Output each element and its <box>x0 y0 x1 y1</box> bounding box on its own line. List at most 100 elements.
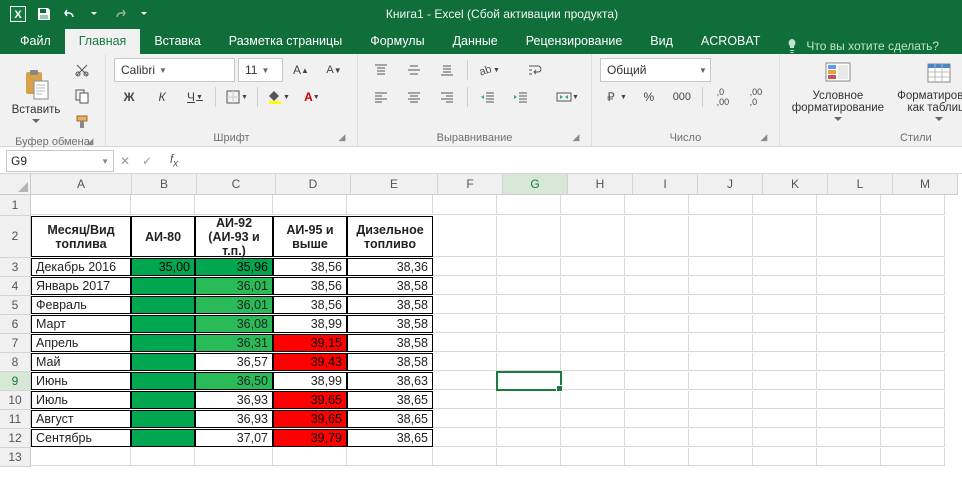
cell[interactable] <box>753 216 817 257</box>
cell[interactable] <box>131 334 195 352</box>
cell[interactable] <box>689 353 753 371</box>
cell[interactable] <box>689 429 753 447</box>
dialog-launcher-icon[interactable]: ◢ <box>569 130 583 144</box>
wrap-text-button[interactable] <box>520 58 550 82</box>
cell[interactable] <box>433 277 497 295</box>
cell[interactable]: 36,01 <box>195 277 273 295</box>
cell[interactable] <box>689 334 753 352</box>
cell[interactable] <box>817 258 881 276</box>
cell[interactable] <box>625 410 689 428</box>
cell[interactable] <box>131 296 195 314</box>
cell[interactable] <box>497 258 561 276</box>
cell[interactable] <box>131 391 195 409</box>
col-header[interactable]: G <box>503 174 568 195</box>
undo-dropdown-icon[interactable] <box>82 2 106 26</box>
cell[interactable] <box>625 277 689 295</box>
cell[interactable] <box>881 334 945 352</box>
cell[interactable] <box>497 429 561 447</box>
cell[interactable]: 36,01 <box>195 296 273 314</box>
cell[interactable] <box>753 277 817 295</box>
col-header[interactable]: I <box>633 174 698 195</box>
cell[interactable]: 38,99 <box>273 315 347 333</box>
col-header[interactable]: F <box>438 174 503 195</box>
cell[interactable] <box>433 315 497 333</box>
cell[interactable] <box>433 195 497 215</box>
cell[interactable] <box>753 353 817 371</box>
cell[interactable]: 36,93 <box>195 410 273 428</box>
cell[interactable] <box>625 195 689 215</box>
accounting-format-button[interactable]: ₽▼ <box>600 85 631 109</box>
cell[interactable] <box>881 372 945 390</box>
cell[interactable] <box>561 372 625 390</box>
cell[interactable] <box>881 391 945 409</box>
cell[interactable] <box>689 277 753 295</box>
cell[interactable] <box>881 410 945 428</box>
col-header[interactable]: K <box>763 174 828 195</box>
cell[interactable] <box>497 391 561 409</box>
cell[interactable]: 36,50 <box>195 372 273 390</box>
number-format-combo[interactable]: Общий▼ <box>600 58 711 82</box>
tab-home[interactable]: Главная <box>65 29 141 54</box>
cell[interactable]: 38,63 <box>347 372 433 390</box>
cell[interactable]: 38,36 <box>347 258 433 276</box>
cell[interactable] <box>881 353 945 371</box>
cell[interactable] <box>497 195 561 215</box>
cell[interactable] <box>131 315 195 333</box>
cell[interactable] <box>753 258 817 276</box>
cell[interactable]: 38,56 <box>273 277 347 295</box>
paste-button[interactable]: Вставить <box>8 64 64 128</box>
row-header[interactable]: 13 <box>0 448 31 467</box>
col-header[interactable]: J <box>698 174 763 195</box>
cell[interactable] <box>881 315 945 333</box>
cell[interactable] <box>131 277 195 295</box>
cell[interactable] <box>561 296 625 314</box>
cell[interactable] <box>561 216 625 257</box>
cell[interactable] <box>625 296 689 314</box>
cell[interactable] <box>347 448 433 466</box>
cell[interactable]: Сентябрь <box>31 429 131 447</box>
cell[interactable] <box>433 372 497 390</box>
cell[interactable] <box>561 391 625 409</box>
cell[interactable] <box>689 372 753 390</box>
cell[interactable] <box>817 448 881 466</box>
align-right-button[interactable] <box>432 85 462 109</box>
align-bottom-button[interactable] <box>432 58 462 82</box>
cell[interactable] <box>273 448 347 466</box>
cell[interactable] <box>131 410 195 428</box>
cell[interactable] <box>497 315 561 333</box>
copy-button[interactable] <box>67 84 97 108</box>
dialog-launcher-icon[interactable]: ◢ <box>335 130 349 144</box>
align-middle-button[interactable] <box>399 58 429 82</box>
cell[interactable]: Февраль <box>31 296 131 314</box>
cell[interactable]: 39,65 <box>273 391 347 409</box>
formula-input[interactable] <box>184 151 962 171</box>
cell[interactable]: 39,15 <box>273 334 347 352</box>
cell[interactable] <box>817 195 881 215</box>
cell[interactable]: 38,65 <box>347 429 433 447</box>
cell[interactable] <box>433 353 497 371</box>
cell[interactable]: Июль <box>31 391 131 409</box>
excel-icon[interactable]: X <box>6 2 30 26</box>
cell[interactable] <box>753 334 817 352</box>
borders-button[interactable]: ▼ <box>221 85 252 109</box>
cell[interactable] <box>625 391 689 409</box>
decrease-font-button[interactable]: A▼ <box>319 58 349 82</box>
cell[interactable] <box>753 448 817 466</box>
cell[interactable] <box>497 410 561 428</box>
align-left-button[interactable] <box>366 85 396 109</box>
col-header[interactable]: L <box>828 174 893 195</box>
row-header[interactable]: 11 <box>0 410 31 429</box>
cell[interactable] <box>881 277 945 295</box>
cell[interactable] <box>497 277 561 295</box>
cell[interactable] <box>195 195 273 215</box>
qat-customize-icon[interactable] <box>132 2 156 26</box>
cell[interactable]: Месяц/Вид топлива <box>31 216 131 257</box>
cell[interactable] <box>625 448 689 466</box>
decrease-indent-button[interactable] <box>473 85 503 109</box>
cell[interactable] <box>689 410 753 428</box>
tab-layout[interactable]: Разметка страницы <box>215 29 356 54</box>
cell[interactable]: Май <box>31 353 131 371</box>
cell[interactable]: 36,93 <box>195 391 273 409</box>
cell[interactable]: АИ-80 <box>131 216 195 257</box>
cell[interactable] <box>881 296 945 314</box>
